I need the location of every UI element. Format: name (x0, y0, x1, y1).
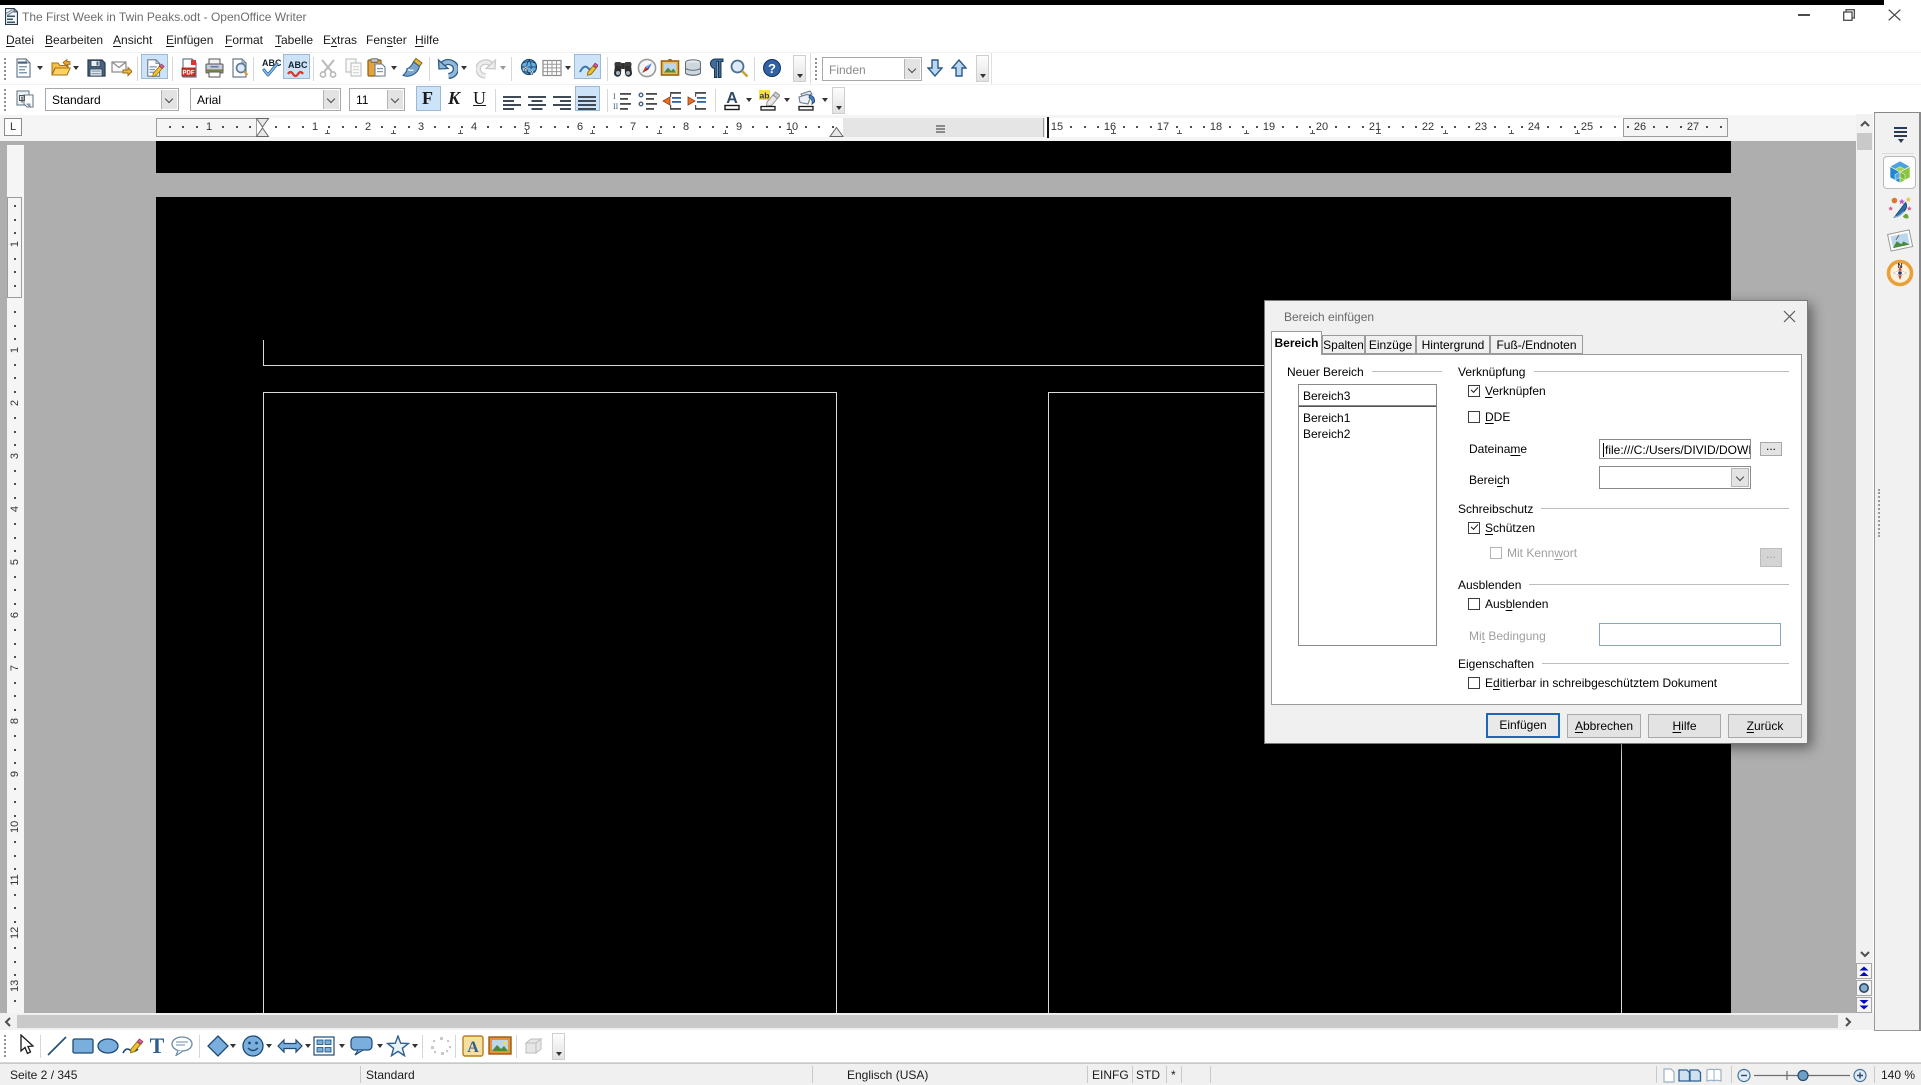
svg-text:I: I (613, 92, 616, 101)
svg-text:A: A (726, 90, 738, 107)
svg-text:A: A (467, 1039, 479, 1056)
svg-text:II: II (613, 102, 619, 111)
svg-text:ab: ab (760, 91, 770, 101)
svg-text:?: ? (768, 61, 776, 76)
svg-text:T: T (150, 1034, 165, 1058)
svg-text:PDF: PDF (183, 71, 195, 77)
svg-text:ABC: ABC (288, 60, 307, 70)
svg-text:ABC: ABC (262, 58, 281, 68)
